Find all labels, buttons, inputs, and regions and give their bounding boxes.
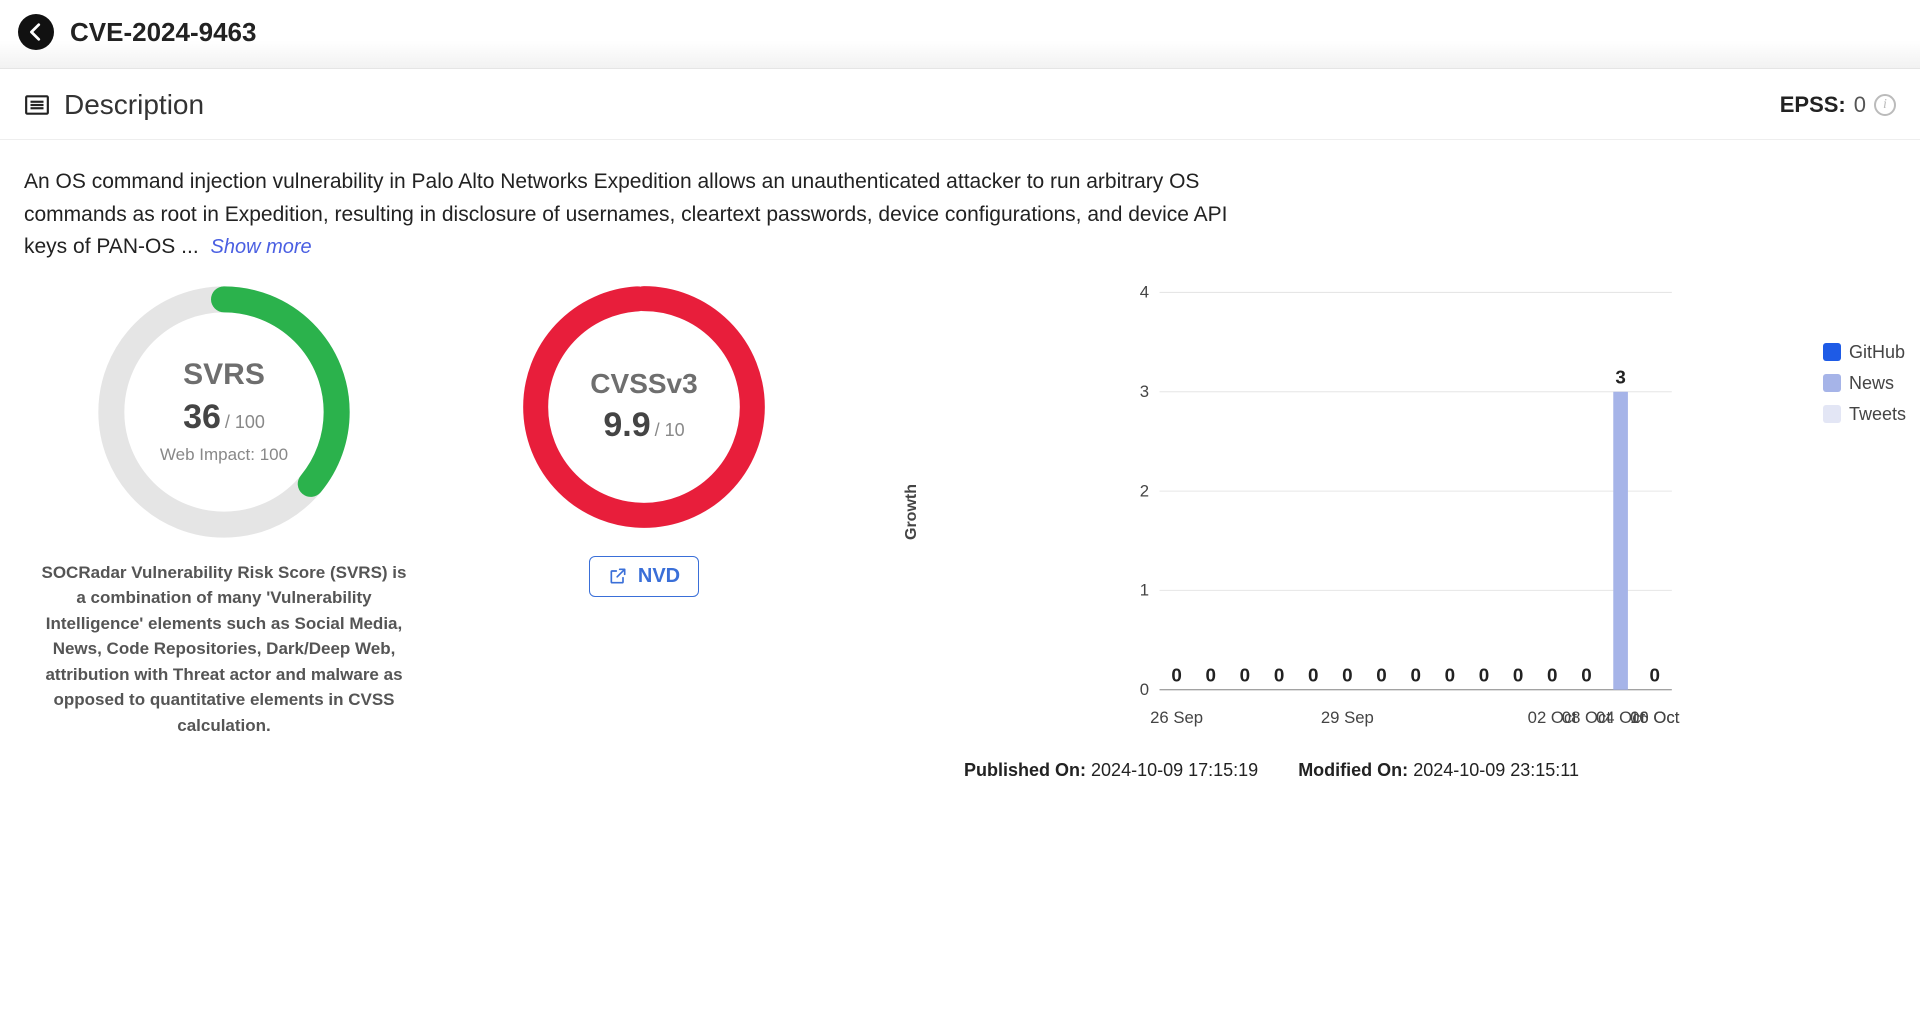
cvss-gauge: CVSSv3 9.9 / 10	[519, 282, 769, 532]
cvss-title: CVSSv3	[590, 368, 697, 400]
svg-text:08 Oct: 08 Oct	[1562, 708, 1612, 727]
epss-label: EPSS:	[1780, 92, 1846, 118]
svg-text:3: 3	[1615, 366, 1625, 387]
chart-legend: GitHub News Tweets	[1823, 342, 1906, 425]
svg-text:0: 0	[1581, 664, 1591, 685]
svg-text:0: 0	[1274, 664, 1284, 685]
nvd-label: NVD	[638, 565, 680, 588]
svrs-panel: SVRS 36 / 100 Web Impact: 100 SOCRadar V…	[24, 282, 424, 739]
svrs-gauge: SVRS 36 / 100 Web Impact: 100	[94, 282, 354, 542]
description-bar: Description EPSS: 0 i	[0, 69, 1920, 140]
legend-item-tweets[interactable]: Tweets	[1823, 404, 1906, 425]
svg-text:0: 0	[1140, 680, 1149, 699]
page-header: CVE-2024-9463	[0, 0, 1920, 69]
svrs-value: 36	[183, 398, 221, 437]
external-link-icon	[608, 566, 628, 586]
svg-text:0: 0	[1479, 664, 1489, 685]
page-title: CVE-2024-9463	[70, 17, 256, 48]
svg-text:26 Sep: 26 Sep	[1150, 708, 1203, 727]
svrs-sub: Web Impact: 100	[160, 445, 288, 465]
chart-y-axis-label: Growth	[903, 484, 921, 540]
svg-text:0: 0	[1445, 664, 1455, 685]
legend-item-news[interactable]: News	[1823, 373, 1906, 394]
svrs-max: / 100	[225, 412, 265, 433]
svrs-description: SOCRadar Vulnerability Risk Score (SVRS)…	[39, 560, 409, 739]
epss-score: EPSS: 0 i	[1780, 92, 1896, 118]
arrow-left-icon	[25, 21, 47, 43]
growth-chart: 0123400000000000003026 Sep29 Sep02 Oct04…	[904, 282, 1896, 742]
svg-text:0: 0	[1547, 664, 1557, 685]
section-heading: Description	[64, 89, 204, 121]
chart-meta: Published On: 2024-10-09 17:15:19 Modifi…	[904, 760, 1896, 781]
cvss-panel: CVSSv3 9.9 / 10 NVD	[464, 282, 824, 597]
svg-text:0: 0	[1342, 664, 1352, 685]
svg-text:2: 2	[1140, 481, 1149, 500]
back-button[interactable]	[18, 14, 54, 50]
svg-text:0: 0	[1410, 664, 1420, 685]
cvss-max: / 10	[655, 420, 685, 441]
legend-item-github[interactable]: GitHub	[1823, 342, 1906, 363]
svg-text:3: 3	[1140, 382, 1149, 401]
svrs-title: SVRS	[183, 358, 265, 392]
svg-text:1: 1	[1140, 580, 1149, 599]
list-icon	[24, 92, 50, 118]
svg-text:10 Oct: 10 Oct	[1630, 708, 1680, 727]
svg-text:0: 0	[1650, 664, 1660, 685]
nvd-link-button[interactable]: NVD	[589, 556, 699, 597]
cvss-value: 9.9	[603, 406, 650, 445]
svg-text:0: 0	[1206, 664, 1216, 685]
info-icon[interactable]: i	[1874, 94, 1896, 116]
svg-text:29 Sep: 29 Sep	[1321, 708, 1374, 727]
svg-text:4: 4	[1140, 282, 1149, 301]
show-more-link[interactable]: Show more	[211, 236, 312, 258]
svg-text:0: 0	[1171, 664, 1181, 685]
svg-text:0: 0	[1240, 664, 1250, 685]
epss-value: 0	[1854, 92, 1866, 118]
description-text: An OS command injection vulnerability in…	[24, 166, 1264, 264]
svg-text:0: 0	[1308, 664, 1318, 685]
svg-text:0: 0	[1513, 664, 1523, 685]
growth-chart-panel: Growth 0123400000000000003026 Sep29 Sep0…	[864, 282, 1896, 781]
svg-text:0: 0	[1376, 664, 1386, 685]
